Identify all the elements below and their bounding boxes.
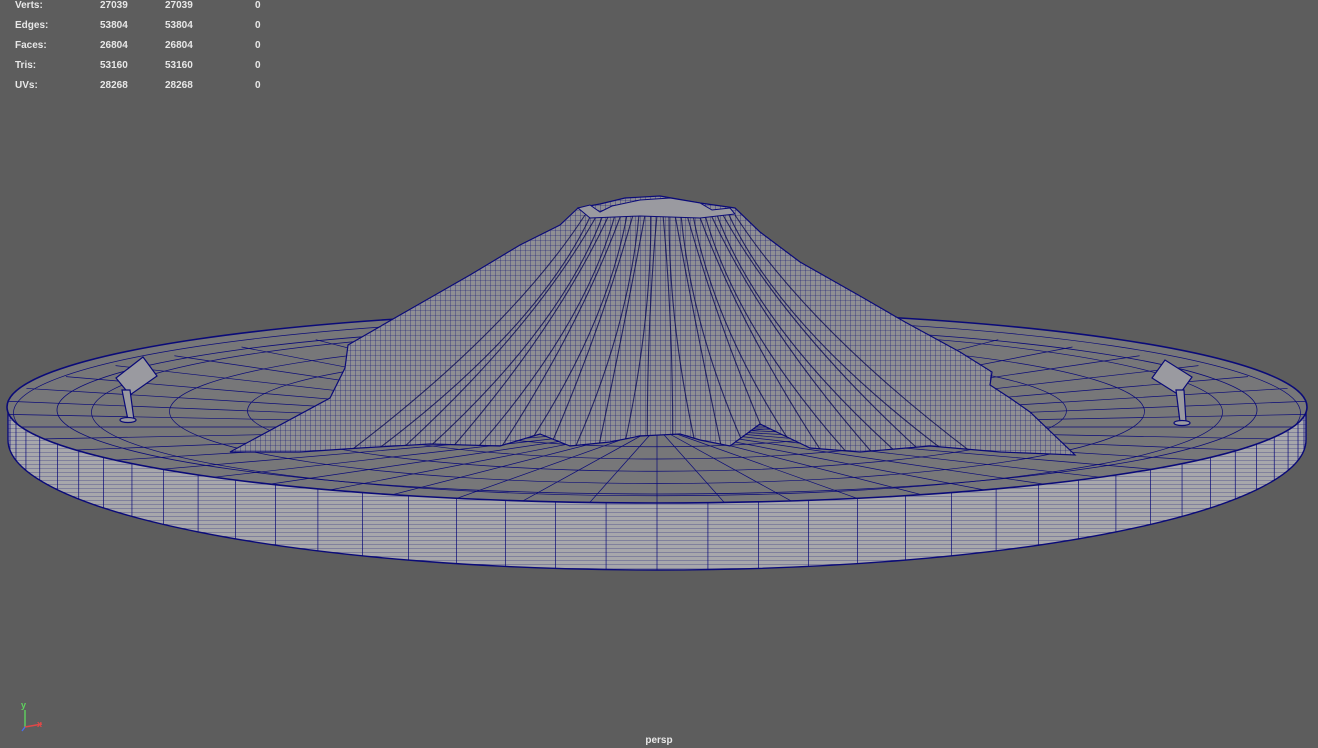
- hud-row-tris: Tris: 53160 53160 0: [15, 60, 275, 80]
- z-axis-line: [21, 726, 26, 732]
- hud-value: 0: [255, 20, 261, 31]
- hud-label: Tris:: [15, 60, 37, 71]
- hud-label: Verts:: [15, 0, 43, 11]
- hud-row-faces: Faces: 26804 26804 0: [15, 40, 275, 60]
- hud-value: 53804: [100, 20, 128, 31]
- hud-label: Faces:: [15, 40, 47, 51]
- hud-value: 28268: [165, 80, 193, 91]
- hud-value: 27039: [165, 0, 193, 11]
- hud-value: 27039: [100, 0, 128, 11]
- hud-value: 0: [255, 40, 261, 51]
- view-axis-gizmo: y x: [18, 700, 50, 734]
- hud-value: 53160: [100, 60, 128, 71]
- axis-y-label: y: [21, 700, 27, 710]
- hud-value: 28268: [100, 80, 128, 91]
- hud-value: 53160: [165, 60, 193, 71]
- hud-value: 0: [255, 80, 261, 91]
- axis-x-label: x: [37, 719, 43, 729]
- hud-row-edges: Edges: 53804 53804 0: [15, 20, 275, 40]
- hud-value: 53804: [165, 20, 193, 31]
- hud-value: 0: [255, 60, 261, 71]
- hud-row-verts: Verts: 27039 27039 0: [15, 0, 275, 20]
- hud-row-uvs: UVs: 28268 28268 0: [15, 80, 275, 100]
- perspective-viewport[interactable]: Verts: 27039 27039 0 Edges: 53804 53804 …: [0, 0, 1318, 748]
- hud-value: 26804: [100, 40, 128, 51]
- poly-count-hud: Verts: 27039 27039 0 Edges: 53804 53804 …: [15, 0, 275, 100]
- hud-value: 0: [255, 0, 261, 11]
- hud-label: UVs:: [15, 80, 38, 91]
- wireframe-model[interactable]: [0, 0, 1318, 748]
- hud-label: Edges:: [15, 20, 49, 31]
- camera-name-label: persp: [645, 735, 673, 746]
- hud-value: 26804: [165, 40, 193, 51]
